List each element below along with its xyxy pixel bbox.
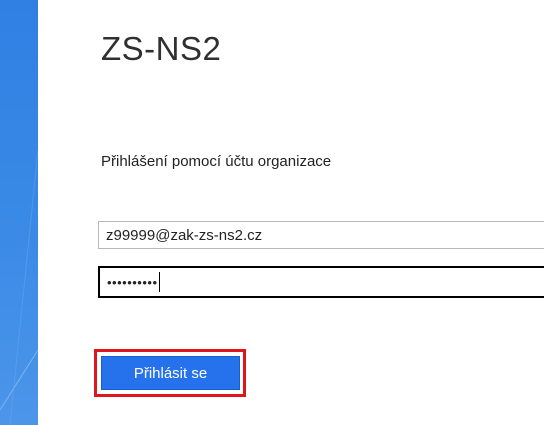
login-button-label: Přihlásit se — [133, 364, 208, 382]
login-page: ZS-NS2 Přihlášení pomocí účtu organizace… — [0, 0, 544, 425]
login-button[interactable]: Přihlásit se — [101, 356, 240, 390]
password-value: •••••••••• — [107, 274, 158, 290]
side-decoration-strip — [0, 0, 38, 425]
side-decoration-lines — [0, 149, 38, 425]
page-title: ZS-NS2 — [101, 30, 222, 67]
username-value: z99999@zak-zs-ns2.cz — [106, 226, 263, 244]
login-subtitle: Přihlášení pomocí účtu organizace — [101, 153, 332, 170]
text-caret — [158, 272, 160, 292]
username-field[interactable]: z99999@zak-zs-ns2.cz — [98, 221, 544, 249]
password-field[interactable]: •••••••••• — [98, 266, 544, 298]
